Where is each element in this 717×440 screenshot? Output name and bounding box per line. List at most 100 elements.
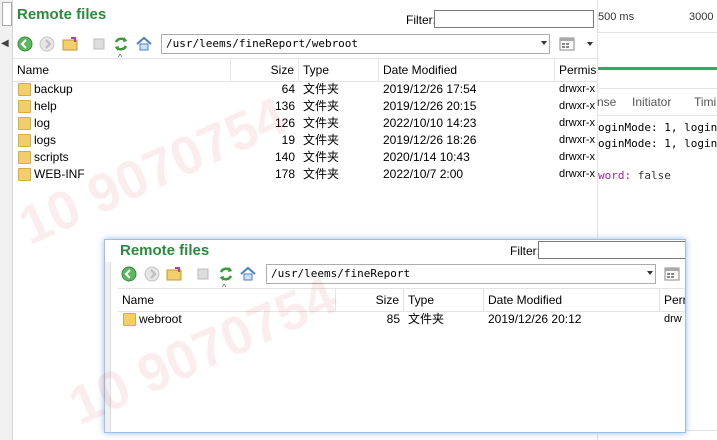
refresh-icon[interactable] bbox=[112, 35, 130, 53]
file-permissions: drwxr-x bbox=[559, 117, 596, 129]
file-name: backup bbox=[34, 82, 73, 96]
file-permissions: drwxr-x bbox=[559, 83, 596, 95]
file-date: 2022/10/7 2:00 bbox=[383, 167, 464, 181]
file-type: 文件夹 bbox=[303, 133, 340, 147]
file-size: 19 bbox=[281, 133, 295, 147]
path-text: /usr/leems/fineReport/webroot bbox=[166, 37, 359, 50]
file-permissions: drwxr-x bbox=[559, 151, 596, 163]
file-row[interactable]: WEB-INF 178 文件夹 2022/10/7 2:00 drwxr-x bbox=[13, 166, 597, 183]
column-name[interactable]: Name bbox=[13, 59, 231, 81]
forward-icon[interactable] bbox=[38, 35, 56, 53]
timeline-divider bbox=[598, 32, 717, 33]
folder-icon bbox=[18, 83, 31, 96]
view-mode-dropdown-icon[interactable] bbox=[587, 42, 593, 46]
column-permissions[interactable]: Permis bbox=[555, 59, 597, 81]
file-permissions: drwxr-x bbox=[559, 134, 596, 146]
file-name: WEB-INF bbox=[34, 167, 85, 181]
open-folder-icon[interactable] bbox=[165, 265, 183, 283]
path-input[interactable]: /usr/leems/fineReport bbox=[266, 264, 656, 284]
forward-icon[interactable] bbox=[143, 265, 161, 283]
tab-timing[interactable]: Timi bbox=[694, 95, 716, 109]
filter-input[interactable] bbox=[434, 10, 594, 28]
path-text: /usr/leems/fineReport bbox=[271, 267, 411, 280]
timeline-label-500: 500 ms bbox=[598, 11, 635, 23]
file-row[interactable]: logs 19 文件夹 2019/12/26 18:26 drwxr-x bbox=[13, 132, 597, 149]
tab-response[interactable]: nse bbox=[597, 95, 616, 109]
file-type: 文件夹 bbox=[303, 167, 340, 181]
file-date: 2020/1/14 10:43 bbox=[383, 150, 470, 164]
filter-label: Filter: bbox=[510, 244, 540, 258]
code-line: oginMode: 1, login bbox=[598, 137, 717, 150]
path-dropdown-icon[interactable] bbox=[647, 271, 653, 275]
column-permissions[interactable]: Perm bbox=[660, 289, 685, 311]
column-date-modified[interactable]: Date Modified bbox=[379, 59, 555, 81]
stop-icon[interactable] bbox=[90, 35, 108, 53]
file-size: 140 bbox=[274, 150, 295, 164]
left-window-edge: ◀ bbox=[0, 0, 13, 440]
home-icon[interactable] bbox=[135, 35, 153, 53]
file-size: 126 bbox=[274, 116, 295, 130]
file-row[interactable]: scripts 140 文件夹 2020/1/14 10:43 drwxr-x bbox=[13, 149, 597, 166]
filter-input[interactable] bbox=[538, 241, 685, 259]
filter-label: Filter: bbox=[406, 13, 436, 27]
file-type: 文件夹 bbox=[303, 116, 340, 130]
file-date: 2019/12/26 18:26 bbox=[383, 133, 477, 147]
file-permissions: drw bbox=[664, 313, 682, 325]
open-folder-icon[interactable] bbox=[61, 35, 79, 53]
file-row[interactable]: help 136 文件夹 2019/12/26 20:15 drwxr-x bbox=[13, 98, 597, 115]
file-type: 文件夹 bbox=[303, 99, 340, 113]
timeline-label-3000: 3000 bbox=[689, 11, 714, 23]
column-name[interactable]: Name bbox=[118, 289, 336, 311]
file-size: 85 bbox=[386, 312, 400, 326]
file-date: 2022/10/10 14:23 bbox=[383, 116, 477, 130]
file-name: scripts bbox=[34, 150, 69, 164]
code-line: word: false bbox=[598, 169, 671, 182]
column-size[interactable]: Size bbox=[336, 289, 404, 311]
collapsed-panel-handle[interactable] bbox=[2, 2, 12, 26]
code-line: oginMode: 1, loginT bbox=[598, 121, 717, 134]
timeline-bar bbox=[598, 67, 717, 70]
path-dropdown-icon[interactable] bbox=[541, 41, 547, 45]
back-icon[interactable] bbox=[120, 265, 138, 283]
file-size: 178 bbox=[274, 167, 295, 181]
column-type[interactable]: Type bbox=[404, 289, 484, 311]
file-type: 文件夹 bbox=[408, 312, 445, 326]
file-row[interactable]: log 126 文件夹 2022/10/10 14:23 drwxr-x bbox=[13, 115, 597, 132]
column-size[interactable]: Size bbox=[231, 59, 299, 81]
path-input[interactable]: /usr/leems/fineReport/webroot bbox=[161, 34, 550, 54]
file-name: log bbox=[34, 116, 51, 130]
file-type: 文件夹 bbox=[303, 150, 340, 164]
view-mode-icon[interactable] bbox=[663, 265, 681, 283]
file-type: 文件夹 bbox=[303, 82, 340, 96]
file-permissions: drwxr-x bbox=[559, 100, 596, 112]
refresh-icon[interactable] bbox=[217, 265, 235, 283]
file-name: logs bbox=[34, 133, 57, 147]
file-date: 2019/12/26 20:15 bbox=[383, 99, 477, 113]
view-mode-icon[interactable] bbox=[558, 35, 576, 53]
file-date: 2019/12/26 20:12 bbox=[488, 312, 582, 326]
folder-icon bbox=[18, 168, 31, 181]
remote-files-panel-front: Remote files Filter: /usr/leems/fineRepo… bbox=[104, 239, 686, 433]
stop-icon[interactable] bbox=[194, 265, 212, 283]
file-size: 64 bbox=[281, 82, 295, 96]
home-icon[interactable] bbox=[239, 265, 257, 283]
file-row[interactable]: webroot 85 文件夹 2019/12/26 20:12 drw bbox=[118, 311, 685, 328]
left-panel-edge bbox=[105, 262, 111, 432]
tab-initiator[interactable]: Initiator bbox=[632, 95, 671, 109]
folder-icon bbox=[123, 313, 136, 326]
file-row[interactable]: backup 64 文件夹 2019/12/26 17:54 drwxr-x bbox=[13, 81, 597, 98]
panel-title: Remote files bbox=[120, 242, 210, 259]
column-date-modified[interactable]: Date Modified bbox=[484, 289, 660, 311]
folder-icon bbox=[18, 117, 31, 130]
folder-icon bbox=[18, 134, 31, 147]
devtools-tabs: nse Initiator Timi bbox=[597, 88, 717, 116]
file-permissions: drwxr-x bbox=[559, 168, 596, 180]
file-name: help bbox=[34, 99, 57, 113]
folder-icon bbox=[18, 151, 31, 164]
file-size: 136 bbox=[274, 99, 295, 113]
back-arrow-icon[interactable]: ◀ bbox=[1, 38, 9, 49]
back-icon[interactable] bbox=[16, 35, 34, 53]
column-type[interactable]: Type bbox=[299, 59, 379, 81]
file-date: 2019/12/26 17:54 bbox=[383, 82, 477, 96]
panel-title: Remote files bbox=[17, 6, 107, 23]
